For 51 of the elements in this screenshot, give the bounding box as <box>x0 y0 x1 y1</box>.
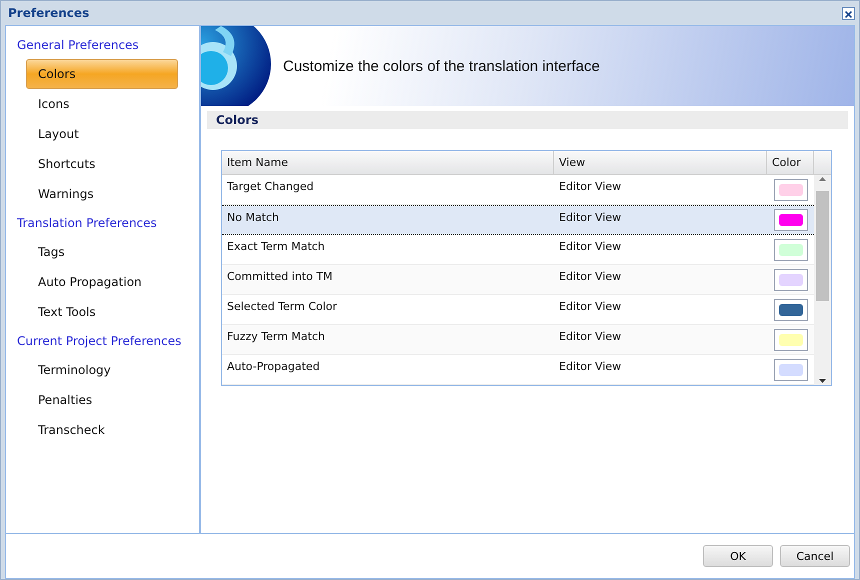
table-row[interactable]: Fuzzy Term Match Editor View <box>222 325 814 355</box>
section-header: Colors <box>207 111 848 129</box>
table-row[interactable]: Committed into TM Editor View <box>222 265 814 295</box>
color-swatch-button[interactable] <box>774 209 808 231</box>
sidebar-item[interactable]: Penalties <box>26 385 178 415</box>
sidebar-item[interactable]: Text Tools <box>26 297 178 327</box>
table-cell-text: No Match <box>226 210 280 226</box>
sidebar-item[interactable]: Transcheck <box>26 415 178 445</box>
sidebar-group-link[interactable]: General Preferences <box>6 31 199 59</box>
sidebar-item[interactable]: Icons <box>26 89 178 119</box>
color-swatch-button[interactable] <box>774 358 808 380</box>
table-cell-text: Editor View <box>558 179 622 195</box>
column-header[interactable]: Item Name <box>222 151 554 174</box>
table-cell-text: Fuzzy Term Match <box>226 329 326 345</box>
dialog-button[interactable]: Cancel <box>780 545 850 567</box>
color-swatch-button[interactable] <box>774 268 808 290</box>
table-cell-text: Exact Term Match <box>226 239 326 255</box>
sidebar-item[interactable]: Tags <box>26 237 178 267</box>
table-cell-text: Editor View <box>558 359 622 375</box>
table-cell-text: Editor View <box>558 239 622 255</box>
sidebar-item[interactable]: Terminology <box>26 355 178 385</box>
sidebar-group-link[interactable]: Translation Preferences <box>6 209 199 237</box>
table-cell-text: Selected Term Color <box>226 299 338 315</box>
table-cell-text: Editor View <box>558 269 622 285</box>
color-swatch-button[interactable] <box>774 238 808 260</box>
scroll-thumb[interactable] <box>816 191 829 301</box>
table-cell-text: Editor View <box>558 299 622 315</box>
table-cell-text: Editor View <box>558 329 622 345</box>
banner-text: Customize the colors of the translation interface <box>283 58 600 74</box>
table-cell-text: Editor View <box>558 210 622 226</box>
scrollbar[interactable] <box>814 175 831 385</box>
color-swatch-button[interactable] <box>774 178 808 200</box>
table-cell-text: Target Changed <box>226 179 315 195</box>
close-button[interactable] <box>842 6 855 20</box>
window-title: Preferences <box>8 6 90 20</box>
table-row[interactable]: No Match Editor View <box>222 205 814 235</box>
sidebar-item[interactable]: Layout <box>26 119 178 149</box>
sidebar-item[interactable]: Auto Propagation <box>26 267 178 297</box>
table-cell-text: Auto-Propagated <box>226 359 321 375</box>
dialog-button[interactable]: OK <box>703 545 773 567</box>
sidebar-item[interactable]: Colors <box>26 59 178 89</box>
column-header[interactable]: Color <box>767 151 814 174</box>
color-swatch-button[interactable] <box>774 298 808 320</box>
table-row[interactable]: Auto-Propagated Editor View <box>222 355 814 385</box>
sidebar-group-link[interactable]: Current Project Preferences <box>6 327 199 355</box>
column-header[interactable]: View <box>554 151 767 174</box>
logo-icon <box>201 26 271 106</box>
color-swatch-button[interactable] <box>774 328 808 350</box>
sidebar-item[interactable]: Warnings <box>26 179 178 209</box>
sidebar-item[interactable]: Shortcuts <box>26 149 178 179</box>
table-cell-text: Committed into TM <box>226 269 334 285</box>
